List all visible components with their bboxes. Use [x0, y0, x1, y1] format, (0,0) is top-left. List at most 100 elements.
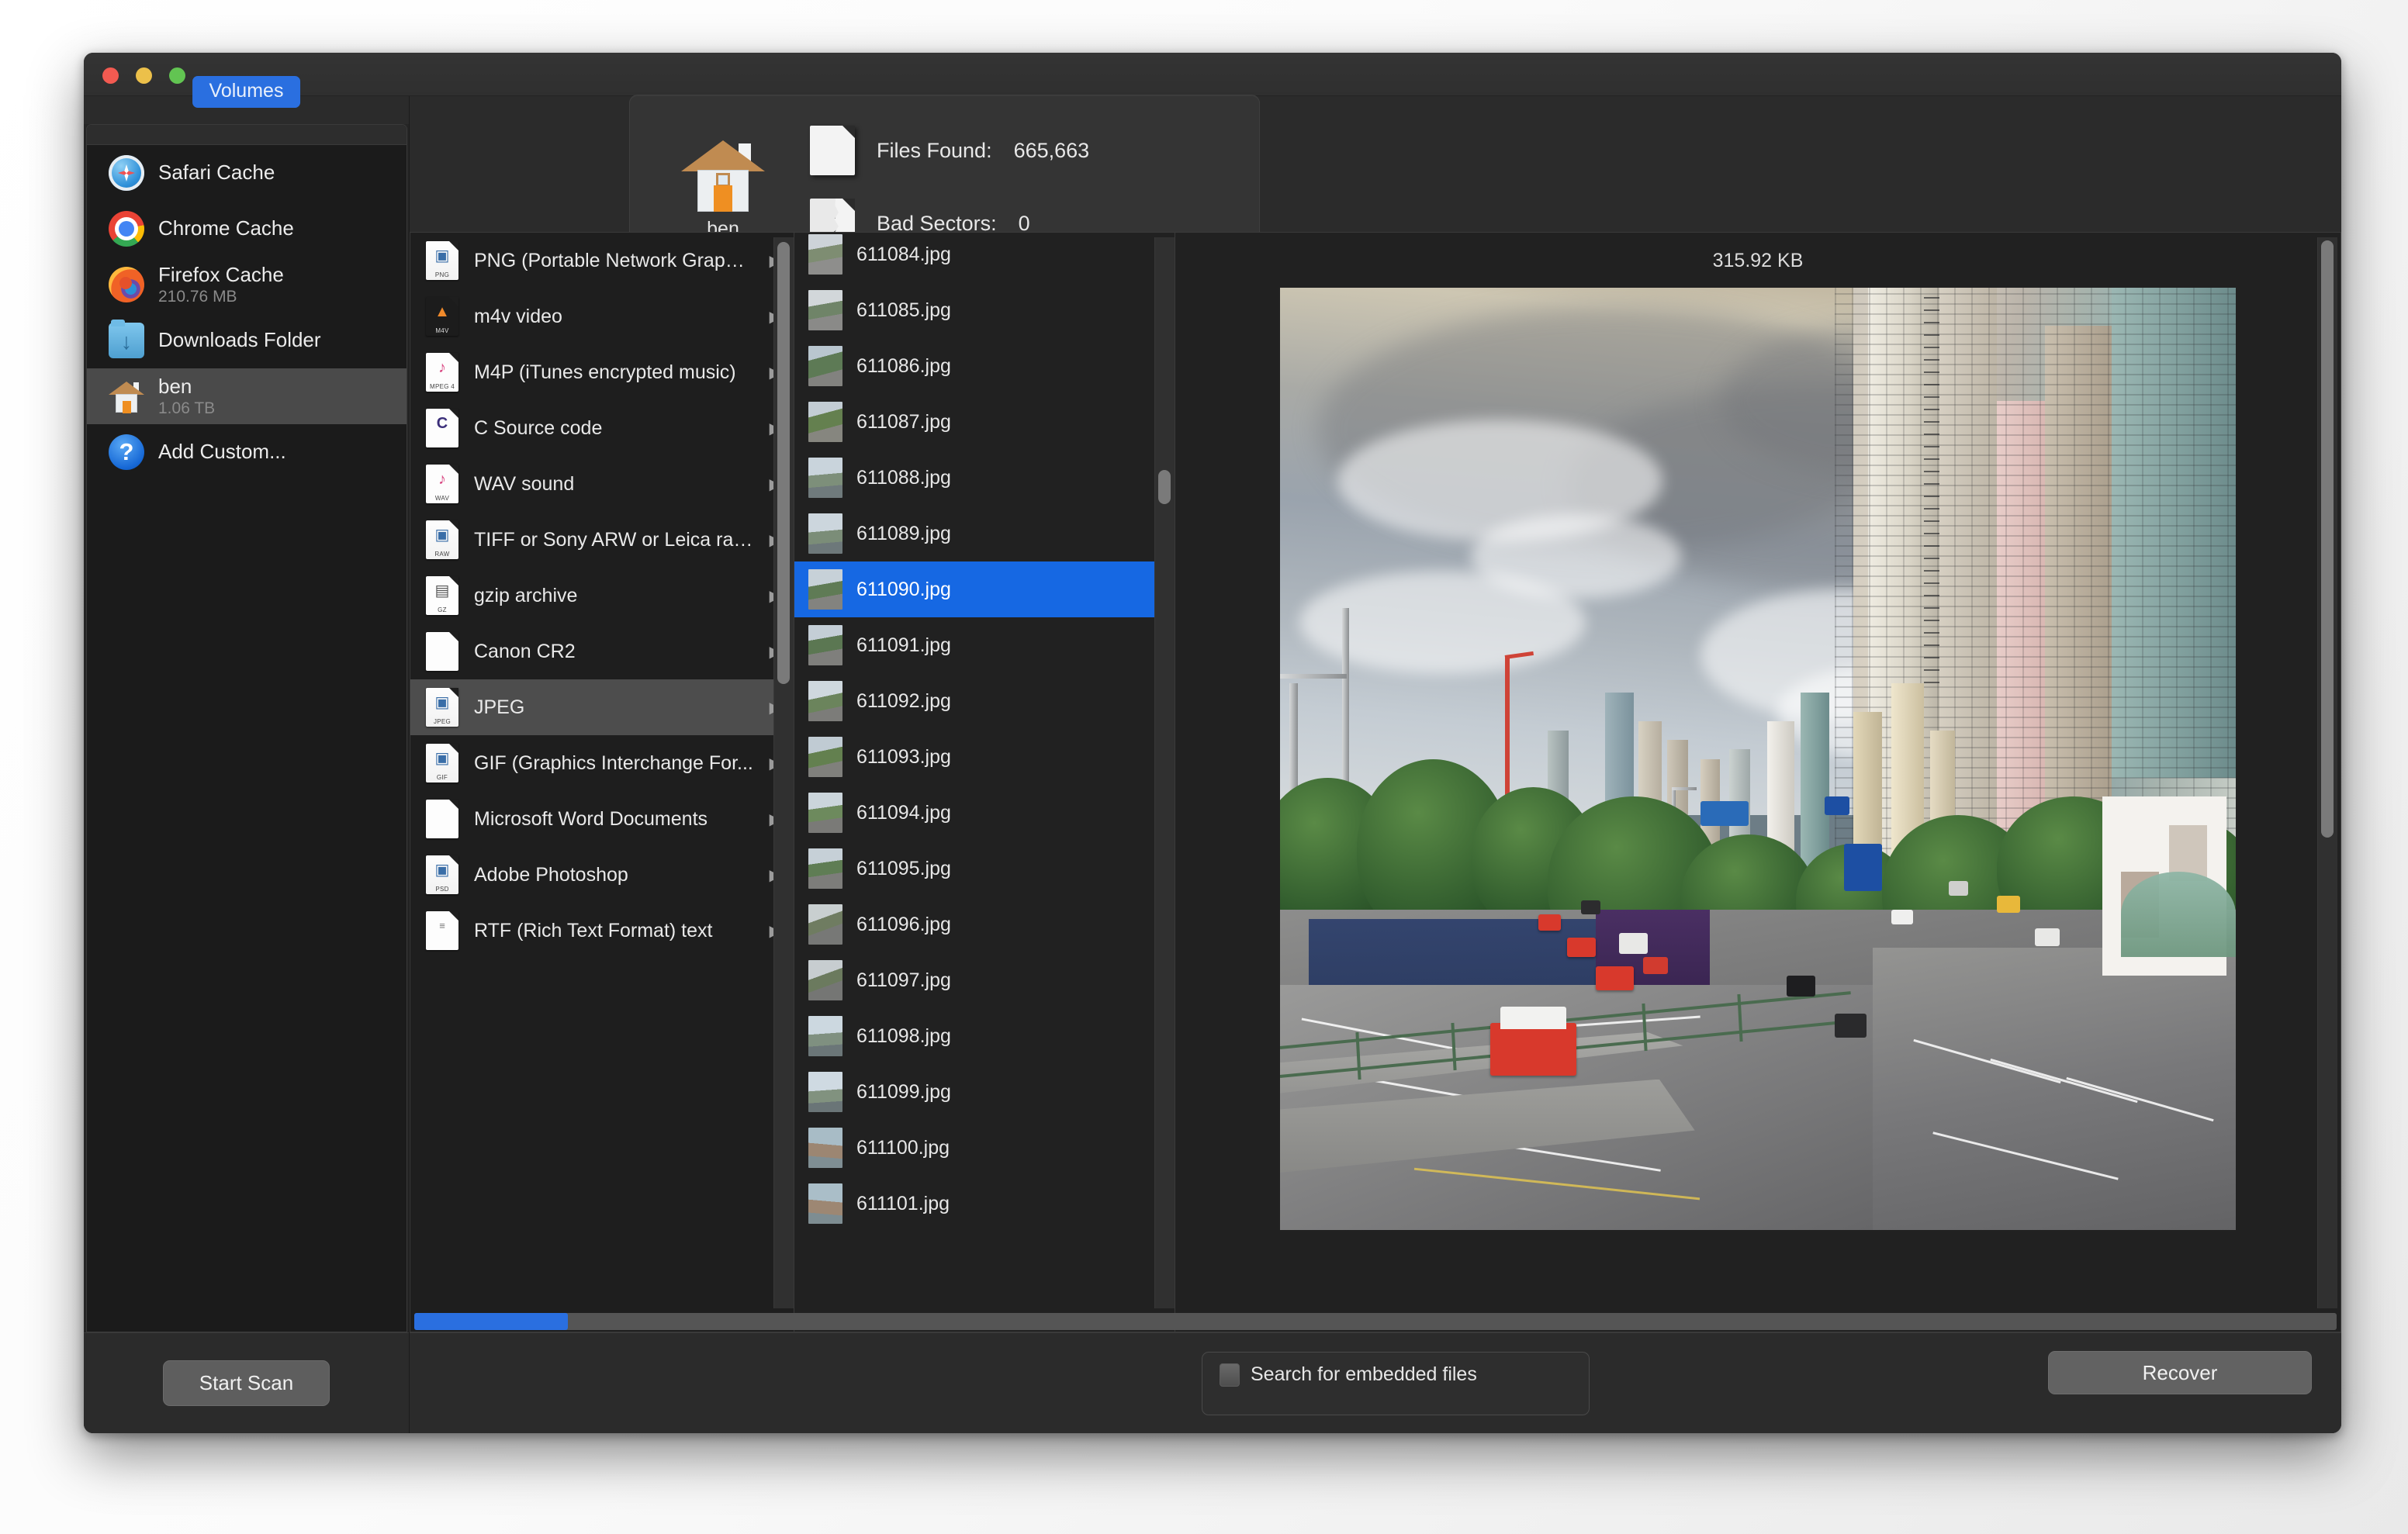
file-type-row[interactable]: ≡RTF (Rich Text Format) text▶	[410, 903, 794, 959]
file-type-row[interactable]: Microsoft Word Documents▶	[410, 791, 794, 847]
sidebar-item-label: ben	[158, 374, 192, 398]
file-row[interactable]: 611090.jpg	[794, 561, 1175, 617]
file-thumbnail	[808, 290, 842, 330]
file-row[interactable]: 611097.jpg	[794, 952, 1175, 1008]
tab-volumes[interactable]: Volumes	[192, 76, 301, 108]
file-row[interactable]: 611101.jpg	[794, 1176, 1175, 1232]
file-row[interactable]: 611091.jpg	[794, 617, 1175, 673]
application-window: Volumes Safari Cache Chrome Cache Firefox …	[84, 53, 2341, 1433]
file-name: 611091.jpg	[856, 634, 951, 656]
start-scan-button[interactable]: Start Scan	[162, 1360, 330, 1406]
file-thumbnail	[808, 625, 842, 665]
sidebar-item-size: 210.76 MB	[158, 287, 237, 306]
file-list-scrollbar[interactable]: ||	[1154, 237, 1175, 1327]
sidebar-item-text: Firefox Cache 210.76 MB	[158, 262, 284, 306]
zoom-button[interactable]	[169, 67, 185, 84]
file-type-row[interactable]: Canon CR2▶	[410, 624, 794, 679]
sidebar-tab-bar: Volumes	[84, 76, 409, 124]
file-row[interactable]: 611094.jpg	[794, 785, 1175, 841]
file-type-row[interactable]: ▣RAWTIFF or Sony ARW or Leica raw...▶	[410, 512, 794, 568]
sidebar-item-label: Firefox Cache	[158, 262, 284, 286]
search-embedded-checkbox[interactable]	[1220, 1363, 1240, 1387]
file-name: 611085.jpg	[856, 299, 951, 321]
document-icon	[810, 126, 855, 175]
recover-button[interactable]: Recover	[2048, 1351, 2312, 1394]
file-thumbnail	[808, 346, 842, 386]
file-row[interactable]: 611100.jpg	[794, 1120, 1175, 1176]
sidebar-footer: Start Scan	[84, 1332, 409, 1433]
file-thumbnail	[808, 1183, 842, 1224]
file-name: 611099.jpg	[856, 1080, 951, 1103]
sidebar-item-text: Safari Cache	[158, 161, 275, 184]
file-type-row[interactable]: ▤GZgzip archive▶	[410, 568, 794, 624]
help-icon	[109, 434, 144, 470]
file-type-label: m4v video	[474, 305, 562, 327]
file-name: 611088.jpg	[856, 466, 951, 489]
file-row[interactable]: 611095.jpg	[794, 841, 1175, 897]
preview-file-size: 315.92 KB	[1712, 250, 1804, 271]
sidebar-item-chrome-cache[interactable]: Chrome Cache	[87, 201, 407, 257]
close-button[interactable]	[102, 67, 119, 84]
preview-pane: 315.92 KB	[1175, 232, 2341, 1332]
preview-scrollbar[interactable]: ||	[2317, 237, 2337, 1327]
file-name: 611094.jpg	[856, 801, 951, 824]
file-list[interactable]: 611084.jpg 611085.jpg 611086.jpg 611087.jpg…	[794, 232, 1175, 1332]
file-row[interactable]: 611093.jpg	[794, 729, 1175, 785]
file-row[interactable]: 611088.jpg	[794, 450, 1175, 506]
scan-statistics: Files Found: 665,663 Bad Sectors: 0	[810, 126, 1089, 248]
file-thumbnail	[808, 681, 842, 721]
file-name: 611093.jpg	[856, 745, 951, 768]
file-row[interactable]: 611086.jpg	[794, 338, 1175, 394]
sidebar-item-text: Downloads Folder	[158, 329, 321, 351]
file-type-row[interactable]: ▣GIFGIF (Graphics Interchange For...▶	[410, 735, 794, 791]
scan-info-bar: ben Files Found: 665,663 Bad Sectors: 0	[410, 95, 2341, 279]
file-type-row[interactable]: ♪WAVWAV sound▶	[410, 456, 794, 512]
file-type-row[interactable]: ▣PSDAdobe Photoshop▶	[410, 847, 794, 903]
raw-file-icon: ▣ RAW	[426, 520, 458, 559]
window-controls	[102, 67, 185, 84]
sidebar-item-text: Add Custom...	[158, 441, 286, 463]
sidebar-item-label: Downloads Folder	[158, 328, 321, 352]
sidebar-item-firefox-cache[interactable]: Firefox Cache 210.76 MB	[87, 257, 407, 313]
psd-file-icon: ▣ PSD	[426, 855, 458, 894]
safari-icon	[109, 155, 144, 191]
file-type-label: C Source code	[474, 416, 603, 439]
file-thumbnail	[808, 848, 842, 889]
file-type-scrollbar[interactable]: ||	[773, 237, 794, 1327]
volumes-list[interactable]: Safari Cache Chrome Cache Firefox Cache 210…	[86, 124, 407, 1332]
scan-progress-fill	[414, 1313, 569, 1330]
file-row[interactable]: 611096.jpg	[794, 897, 1175, 952]
minimize-button[interactable]	[136, 67, 152, 84]
file-row[interactable]: 611087.jpg	[794, 394, 1175, 450]
file-type-label: TIFF or Sony ARW or Leica raw...	[474, 528, 754, 551]
file-thumbnail	[808, 513, 842, 554]
png-file-icon: ▣ PNG	[426, 241, 458, 280]
browser-columns: ♪MP3MP3▶▤HQXbinhex archive▶Fuji▶♪MPEG 4M…	[410, 232, 2341, 1332]
file-type-row[interactable]: ▣JPEGJPEG▶	[410, 679, 794, 735]
file-thumbnail	[808, 402, 842, 442]
file-row[interactable]: 611099.jpg	[794, 1064, 1175, 1120]
file-row[interactable]: 611085.jpg	[794, 282, 1175, 338]
preview-image	[1280, 288, 2236, 1230]
file-type-label: M4P (iTunes encrypted music)	[474, 361, 736, 383]
embedded-files-option[interactable]: Search for embedded files	[1202, 1352, 1590, 1415]
sidebar-item-downloads-folder[interactable]: Downloads Folder	[87, 313, 407, 368]
file-type-row[interactable]: ▣PNGPNG (Portable Network Graphi...▶	[410, 233, 794, 288]
file-type-label: gzip archive	[474, 584, 578, 606]
files-found-row: Files Found: 665,663	[810, 126, 1089, 175]
sidebar-item-add-custom[interactable]: Add Custom...	[87, 424, 407, 480]
file-row[interactable]: 611092.jpg	[794, 673, 1175, 729]
file-row[interactable]: 611098.jpg	[794, 1008, 1175, 1064]
file-type-label: Adobe Photoshop	[474, 863, 628, 886]
file-type-row[interactable]: ♪MPEG 4M4P (iTunes encrypted music)▶	[410, 344, 794, 400]
file-name: 611100.jpg	[856, 1136, 950, 1159]
file-row[interactable]: 611089.jpg	[794, 506, 1175, 561]
sidebar-item-ben[interactable]: ben 1.06 TB	[87, 368, 407, 424]
file-type-row[interactable]: CC Source code▶	[410, 400, 794, 456]
file-row[interactable]: 611084.jpg	[794, 233, 1175, 282]
file-type-list[interactable]: ♪MP3MP3▶▤HQXbinhex archive▶Fuji▶♪MPEG 4M…	[410, 232, 794, 1332]
sidebar-item-size: 1.06 TB	[158, 399, 216, 417]
file-type-row[interactable]: ▲M4Vm4v video▶	[410, 288, 794, 344]
sidebar-item-safari-cache[interactable]: Safari Cache	[87, 145, 407, 201]
file-name: 611095.jpg	[856, 857, 951, 879]
